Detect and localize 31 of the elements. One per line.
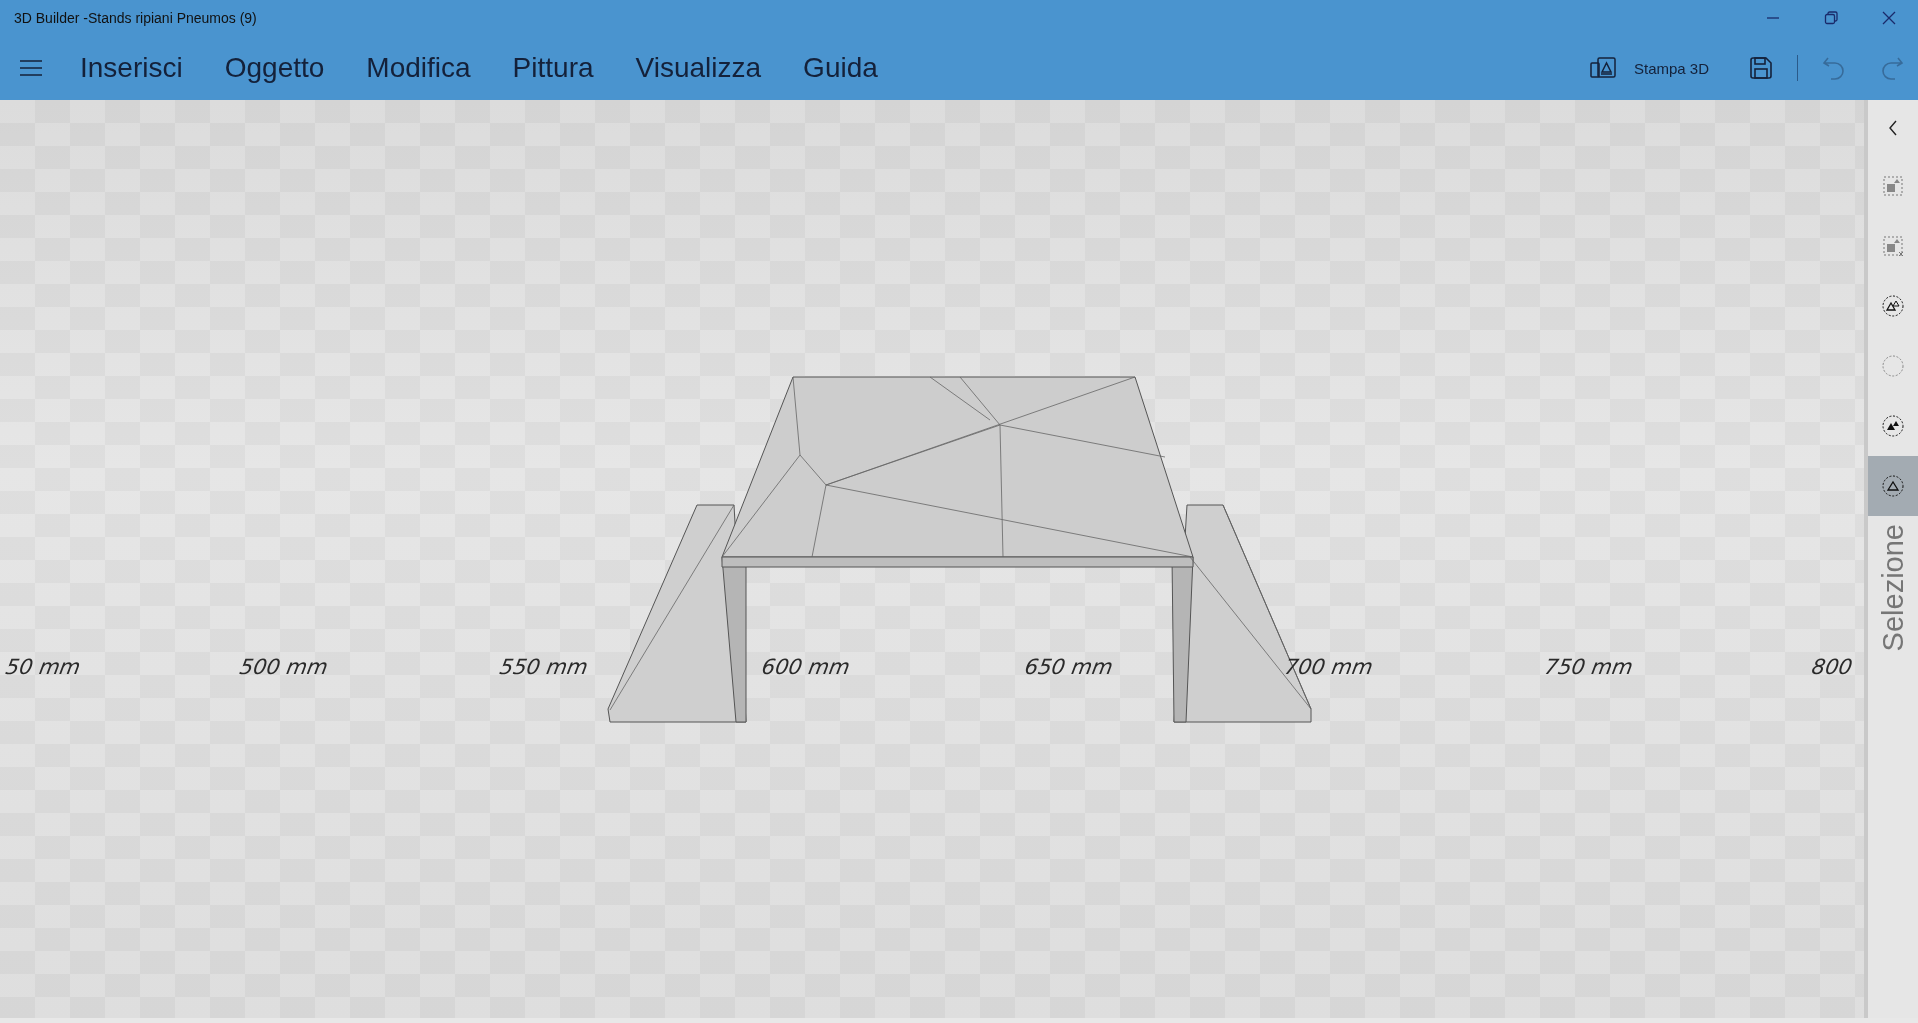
clear-selection-icon [1881,234,1905,258]
filled-mountain-ring-icon [1881,414,1905,438]
dashed-circle-icon [1881,354,1905,378]
select-box-icon [1881,174,1905,198]
ruler-label: 650 mm [1022,655,1115,679]
panel-label: Selezione [1876,524,1910,652]
ruler-label: 600 mm [759,655,852,679]
close-icon [1882,11,1896,25]
ruler-label: 700 mm [1282,655,1375,679]
menu-icon [20,60,42,76]
ruler-label: 750 mm [1542,655,1635,679]
menu-tab[interactable]: Pittura [502,46,604,90]
mountain-ring-icon [1881,294,1905,318]
menu-tab[interactable]: Oggetto [214,46,335,90]
ruler-label: 50 mm [3,655,83,679]
undo-icon [1822,55,1846,81]
restore-icon [1824,11,1838,25]
window-title: 3D Builder -Stands ripiani Pneumos (9) [13,10,258,26]
menu-tab[interactable]: Guida [793,46,888,90]
ruler-label: 500 mm [237,655,330,679]
chevron-left-icon [1888,120,1898,136]
menu-tab[interactable]: Modifica [356,46,481,90]
menu-tab[interactable]: Visualizza [625,46,772,90]
ruler-label: 800 [1809,655,1855,679]
triangle-ring-icon [1881,474,1905,498]
redo-icon [1880,55,1904,81]
selection-tool[interactable] [1868,456,1918,516]
ruler-label: 550 mm [497,655,590,679]
print-3d-button[interactable]: Stampa 3D [1583,51,1715,85]
printer-icon [1589,57,1616,79]
menu-tab[interactable]: Inserisci [70,46,193,90]
